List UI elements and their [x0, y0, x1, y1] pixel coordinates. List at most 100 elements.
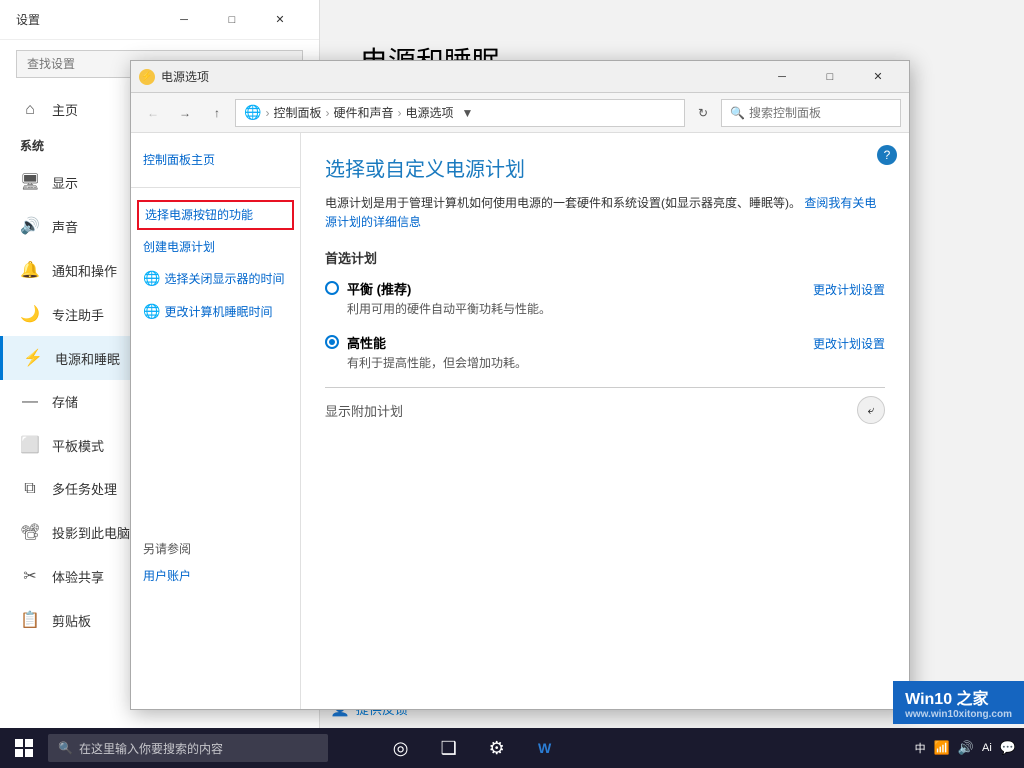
dialog-title-left: ⚡ 电源选项 — [139, 68, 209, 85]
plan-name-balanced: 平衡 (推荐) — [347, 279, 813, 298]
taskbar-search-icon: 🔍 — [58, 741, 73, 755]
tray-action-center[interactable]: 💬 — [1000, 740, 1016, 756]
breadcrumb-icon: 🌐 — [244, 104, 261, 121]
dialog-title-bar: ⚡ 电源选项 ─ □ ✕ — [131, 61, 909, 93]
sidebar-item-label: 通知和操作 — [52, 261, 117, 280]
sidebar-item-label: 剪贴板 — [52, 611, 91, 630]
user-accounts-link[interactable]: 用户账户 — [131, 561, 300, 591]
notifications-icon: 🔔 — [20, 260, 40, 280]
dialog-window-controls: ─ □ ✕ — [759, 61, 901, 93]
dialog-title-text: 电源选项 — [161, 68, 209, 85]
win10-badge-title: Win10 之家 — [905, 691, 988, 708]
storage-icon: — — [20, 393, 40, 411]
dialog-body: 控制面板主页 选择电源按钮的功能 创建电源计划 🌐 选择关闭显示器的时间 🌐 更… — [131, 133, 909, 709]
also-see-title: 另请参阅 — [131, 528, 300, 561]
taskbar-apps: ◎ ❑ ⚙ W — [328, 728, 617, 768]
plan-change-link-balanced[interactable]: 更改计划设置 — [813, 279, 885, 298]
focus-icon: 🌙 — [20, 304, 40, 324]
sidebar-item-label: 存储 — [52, 392, 78, 411]
power-button-link[interactable]: 选择电源按钮的功能 — [137, 200, 294, 230]
sidebar-item-label: 专注助手 — [52, 305, 104, 324]
sidebar-item-label: 主页 — [52, 100, 78, 119]
sidebar-item-label: 电源和睡眠 — [55, 349, 120, 368]
plan-desc-balanced: 利用可用的硬件自动平衡功耗与性能。 — [347, 300, 813, 317]
change-sleep-icon: 🌐 — [143, 301, 160, 322]
address-bar: ← → ↑ 🌐 › 控制面板 › 硬件和声音 › 电源选项 ▼ ↻ 🔍 — [131, 93, 909, 133]
help-icon[interactable]: ? — [877, 145, 897, 165]
dialog-close-btn[interactable]: ✕ — [855, 61, 901, 93]
dialog-description: 电源计划是用于管理计算机如何使用电源的一套硬件和系统设置(如显示器亮度、睡眠等)… — [325, 194, 885, 232]
display-icon: 🖥 — [20, 172, 40, 192]
sidebar-item-label: 多任务处理 — [52, 479, 117, 498]
plan-radio-balanced[interactable] — [325, 281, 339, 295]
settings-maximize-btn[interactable]: □ — [209, 4, 255, 36]
breadcrumb-item-hardware[interactable]: 硬件和声音 — [333, 104, 393, 121]
refresh-btn[interactable]: ↻ — [689, 99, 717, 127]
back-btn[interactable]: ← — [139, 99, 167, 127]
sidebar-item-label: 投影到此电脑 — [52, 523, 130, 542]
clipboard-icon: 📋 — [20, 610, 40, 630]
control-panel-home-link[interactable]: 控制面板主页 — [131, 145, 300, 175]
change-sleep-link[interactable]: 🌐 更改计算机睡眠时间 — [131, 295, 300, 328]
win10-badge: Win10 之家 www.win10xitong.com — [893, 681, 1024, 724]
plan-change-link-highperf[interactable]: 更改计划设置 — [813, 333, 885, 352]
plan-radio-highperf[interactable] — [325, 335, 339, 349]
home-icon: ⌂ — [20, 101, 40, 119]
multitask-icon: ⧉ — [20, 480, 40, 498]
choose-display-link[interactable]: 🌐 选择关闭显示器的时间 — [131, 262, 300, 295]
plan-name-highperf: 高性能 — [347, 333, 813, 352]
dialog-main: ? 选择或自定义电源计划 电源计划是用于管理计算机如何使用电源的一套硬件和系统设… — [301, 133, 909, 709]
create-plan-link[interactable]: 创建电源计划 — [131, 232, 300, 262]
sidebar-item-label: 平板模式 — [52, 436, 104, 455]
choose-display-icon: 🌐 — [143, 268, 160, 289]
tray-time: Ai — [982, 742, 992, 754]
taskbar-search[interactable]: 🔍 在这里输入你要搜索的内容 — [48, 734, 328, 762]
forward-btn[interactable]: → — [171, 99, 199, 127]
dialog-sidebar: 控制面板主页 选择电源按钮的功能 创建电源计划 🌐 选择关闭显示器的时间 🌐 更… — [131, 133, 301, 709]
sound-icon: 🔊 — [20, 216, 40, 236]
extra-plans-bar: 显示附加计划 ⤶ — [325, 387, 885, 432]
plan-details-balanced: 平衡 (推荐) 利用可用的硬件自动平衡功耗与性能。 — [347, 279, 813, 317]
word-btn[interactable]: W — [523, 728, 567, 768]
breadcrumb-sep2: › — [325, 106, 329, 120]
dialog-main-title: 选择或自定义电源计划 — [325, 153, 885, 182]
plan-desc-highperf: 有利于提高性能，但会增加功耗。 — [347, 354, 813, 371]
tray-network[interactable]: 📶 — [934, 740, 950, 756]
settings-title: 设置 — [16, 11, 40, 28]
breadcrumb-dropdown[interactable]: ▼ — [461, 106, 473, 120]
search-icon: 🔍 — [730, 106, 745, 120]
taskbar: 🔍 在这里输入你要搜索的内容 ◎ ❑ ⚙ W 中 📶 🔊 Ai 💬 — [0, 728, 1024, 768]
search-input[interactable] — [749, 106, 869, 120]
settings-btn[interactable]: ⚙ — [475, 728, 519, 768]
breadcrumb: 🌐 › 控制面板 › 硬件和声音 › 电源选项 ▼ — [235, 99, 685, 127]
breadcrumb-item-cpanel[interactable]: 控制面板 — [273, 104, 321, 121]
extra-plans-expand-btn[interactable]: ⤶ — [857, 396, 885, 424]
file-explorer-btn[interactable]: ❑ — [427, 728, 471, 768]
preferred-plans-label: 首选计划 — [325, 248, 885, 267]
settings-window-controls: ─ □ ✕ — [161, 4, 303, 36]
dialog-maximize-btn[interactable]: □ — [807, 61, 853, 93]
settings-minimize-btn[interactable]: ─ — [161, 4, 207, 36]
extra-plans-label: 显示附加计划 — [325, 401, 857, 420]
breadcrumb-sep1: › — [265, 106, 269, 120]
plan-item-highperf: 高性能 有利于提高性能，但会增加功耗。 更改计划设置 — [325, 333, 885, 371]
start-button[interactable] — [0, 728, 48, 768]
project-icon: 📽 — [20, 522, 40, 542]
sidebar-item-label: 声音 — [52, 217, 78, 236]
settings-close-btn[interactable]: ✕ — [257, 4, 303, 36]
win10-site-url: www.win10xitong.com — [905, 709, 1012, 720]
plan-details-highperf: 高性能 有利于提高性能，但会增加功耗。 — [347, 333, 813, 371]
breadcrumb-sep3: › — [397, 106, 401, 120]
share-icon: ✂ — [20, 566, 40, 586]
plan-item-balanced: 平衡 (推荐) 利用可用的硬件自动平衡功耗与性能。 更改计划设置 — [325, 279, 885, 317]
windows-logo — [15, 739, 33, 757]
task-view-btn[interactable]: ◎ — [379, 728, 423, 768]
dialog-minimize-btn[interactable]: ─ — [759, 61, 805, 93]
tray-volume[interactable]: 🔊 — [958, 740, 974, 756]
up-btn[interactable]: ↑ — [203, 99, 231, 127]
power-icon: ⚡ — [23, 348, 43, 368]
sidebar-item-label: 体验共享 — [52, 567, 104, 586]
breadcrumb-item-power[interactable]: 电源选项 — [405, 104, 453, 121]
tray-language[interactable]: 中 — [915, 740, 926, 756]
power-options-dialog: ⚡ 电源选项 ─ □ ✕ ← → ↑ 🌐 › 控制面板 › 硬件和声音 › 电源… — [130, 60, 910, 710]
